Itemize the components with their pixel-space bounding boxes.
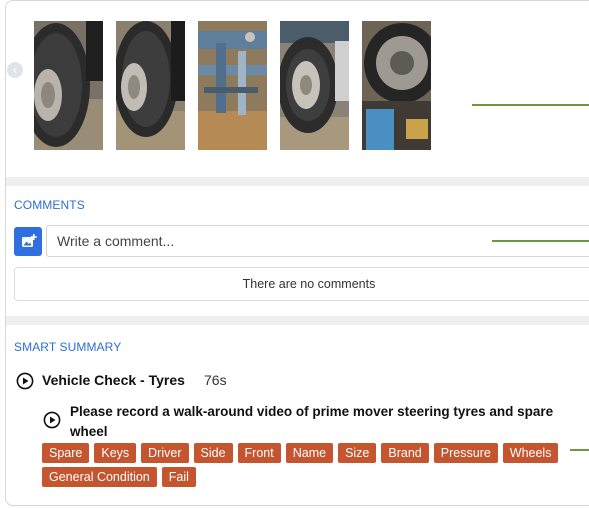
check-title: Vehicle Check - Tyres xyxy=(42,372,185,388)
play-icon[interactable] xyxy=(16,372,34,390)
photo-thumbnail[interactable] xyxy=(116,21,185,150)
add-photo-icon[interactable] xyxy=(14,227,42,256)
chevron-left-icon[interactable]: ‹ xyxy=(7,62,23,78)
play-icon[interactable] xyxy=(43,411,61,429)
tag: Fail xyxy=(161,467,196,487)
no-comments-message: There are no comments xyxy=(14,267,589,301)
tag: Wheels xyxy=(502,443,559,463)
comments-title: COMMENTS xyxy=(14,198,85,212)
photo-thumbnail[interactable] xyxy=(198,21,267,150)
section-divider xyxy=(6,177,589,186)
photo-gallery: ‹ xyxy=(6,1,589,177)
tag: Driver xyxy=(141,443,189,463)
tag: General Condition xyxy=(42,467,157,487)
tag: Name xyxy=(285,443,334,463)
callout-line xyxy=(472,104,589,106)
tag: Size xyxy=(338,443,377,463)
photo-thumbnail[interactable] xyxy=(362,21,431,150)
photo-thumbnail[interactable] xyxy=(34,21,103,150)
tag: Pressure xyxy=(433,443,498,463)
tag: Side xyxy=(193,443,233,463)
callout-line xyxy=(492,240,589,242)
tag: Keys xyxy=(94,443,137,463)
tag-list: Spare Keys Driver Side Front Name Size B… xyxy=(42,443,582,487)
photo-thumbnail[interactable] xyxy=(280,21,349,150)
tag: Front xyxy=(237,443,281,463)
section-divider xyxy=(6,316,589,325)
inspection-detail-panel: ‹ COMMENTS Write a comment... There are … xyxy=(5,0,589,506)
tag: Brand xyxy=(381,443,429,463)
tag: Spare xyxy=(42,443,90,463)
callout-line xyxy=(570,449,589,451)
question-text: Please record a walk-around video of pri… xyxy=(70,404,554,439)
check-duration: 76s xyxy=(204,372,227,388)
smart-summary-title: SMART SUMMARY xyxy=(14,340,122,354)
